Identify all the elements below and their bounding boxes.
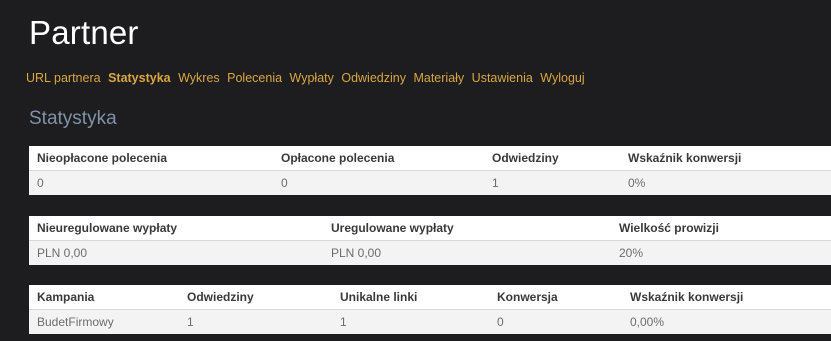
nav-link-polecenia[interactable]: Polecenia [227,71,282,85]
table-row: PLN 0,00 PLN 0,00 20% [29,240,831,265]
referrals-stats-table: Nieopłacone polecenia Opłacone polecenia… [29,146,831,195]
table-cell: BudetFirmowy [29,309,179,334]
nav-link-wyplaty[interactable]: Wypłaty [290,71,334,85]
column-header: Odwiedziny [484,146,620,171]
column-header: Wielkość prowizji [611,216,831,241]
section-heading: Statystyka [29,108,117,129]
table-cell: 0 [489,309,622,334]
table-header-row: Kampania Odwiedziny Unikalne linki Konwe… [29,285,831,310]
column-header: Uregulowane wypłaty [323,216,611,241]
table-cell: 0 [29,170,273,195]
partner-nav: URL partnera Statystyka Wykres Polecenia… [26,71,589,85]
payouts-stats-table: Nieuregulowane wypłaty Uregulowane wypła… [29,216,831,265]
nav-link-wykres[interactable]: Wykres [178,71,220,85]
column-header: Konwersja [489,285,622,310]
nav-link-materialy[interactable]: Materiały [413,71,464,85]
nav-link-odwiedziny[interactable]: Odwiedziny [341,71,406,85]
table-cell: 1 [332,309,489,334]
table-cell: 20% [611,240,831,265]
table-row: BudetFirmowy 1 1 0 0,00% [29,309,831,334]
table-cell: 0% [620,170,831,195]
table-cell: PLN 0,00 [323,240,611,265]
nav-link-url-partnera[interactable]: URL partnera [26,71,101,85]
column-header: Unikalne linki [332,285,489,310]
nav-link-wyloguj[interactable]: Wyloguj [540,71,584,85]
column-header: Wskaźnik konwersji [622,285,831,310]
nav-link-statystyka[interactable]: Statystyka [108,71,171,85]
table-cell: PLN 0,00 [29,240,323,265]
table-cell: 1 [484,170,620,195]
column-header: Nieuregulowane wypłaty [29,216,323,241]
table-cell: 0 [273,170,484,195]
table-cell: 0,00% [622,309,831,334]
column-header: Nieopłacone polecenia [29,146,273,171]
column-header: Kampania [29,285,179,310]
campaign-stats-table: Kampania Odwiedziny Unikalne linki Konwe… [29,285,831,334]
column-header: Wskaźnik konwersji [620,146,831,171]
column-header: Opłacone polecenia [273,146,484,171]
page-title: Partner [29,14,139,51]
column-header: Odwiedziny [179,285,332,310]
table-header-row: Nieopłacone polecenia Opłacone polecenia… [29,146,831,171]
nav-link-ustawienia[interactable]: Ustawienia [472,71,533,85]
table-row: 0 0 1 0% [29,170,831,195]
table-cell: 1 [179,309,332,334]
table-header-row: Nieuregulowane wypłaty Uregulowane wypła… [29,216,831,241]
